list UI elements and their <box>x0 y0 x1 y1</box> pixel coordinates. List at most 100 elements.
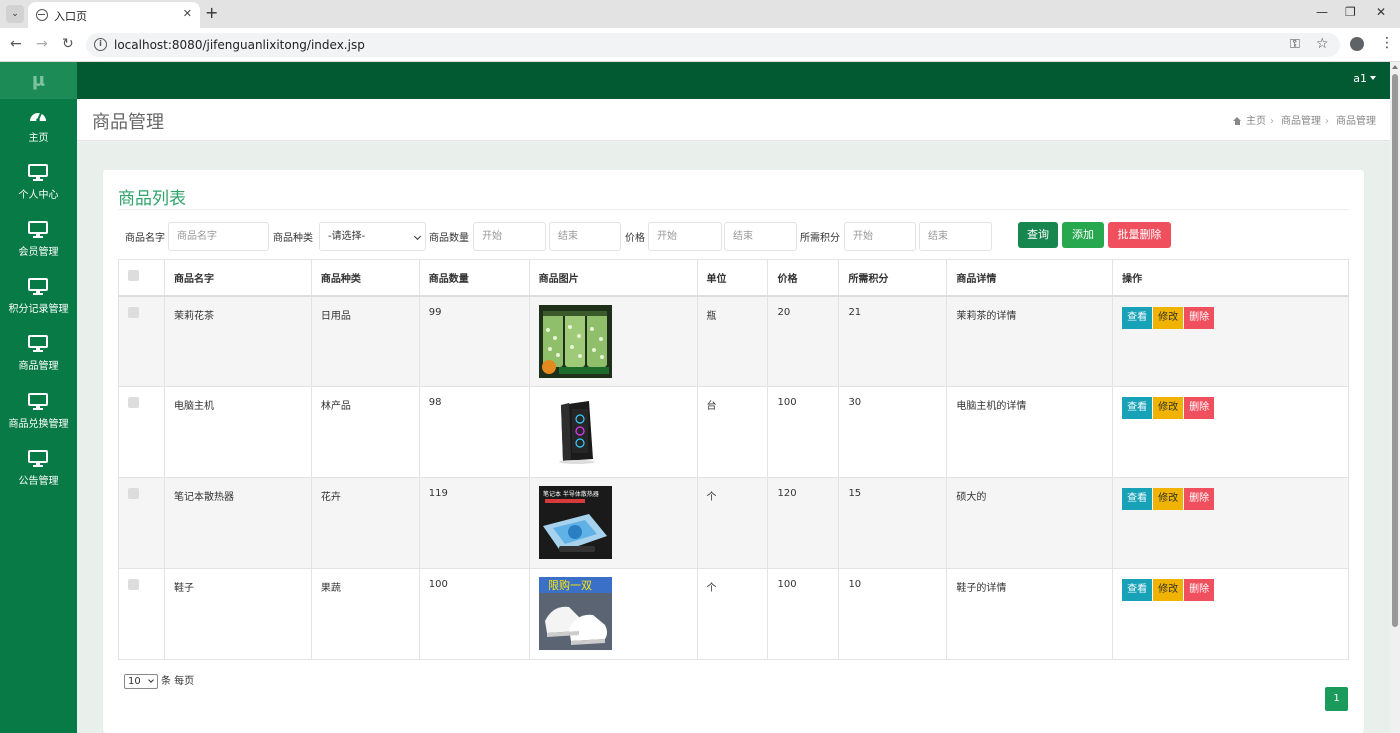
minimize-button[interactable]: — <box>1316 5 1328 19</box>
price-start-input[interactable] <box>648 222 722 251</box>
globe-icon <box>36 9 48 21</box>
delete-button[interactable]: 删除 <box>1184 306 1215 329</box>
price-end-input[interactable] <box>724 222 797 251</box>
name-search-input[interactable] <box>168 222 269 251</box>
cell-actions: 查看 修改 删除 <box>1112 477 1349 569</box>
restore-button[interactable]: ❐ <box>1345 5 1356 19</box>
page-number-button[interactable]: 1 <box>1325 687 1348 711</box>
scroll-up-arrow-icon[interactable] <box>1392 65 1398 69</box>
type-selected-value: -请选择- <box>328 231 366 242</box>
address-bar: ← → ↻ i localhost:8080/jifenguanlixitong… <box>0 28 1400 62</box>
browser-tab[interactable]: 入口页 ✕ <box>28 2 200 28</box>
page-title: 商品管理 <box>92 112 164 133</box>
bookmark-star-icon[interactable]: ☆ <box>1316 36 1329 52</box>
image-caption: 限购一双 <box>548 578 592 592</box>
sidebar-item-label: 会员管理 <box>18 247 59 258</box>
tab-close-icon[interactable]: ✕ <box>183 7 192 20</box>
product-image-tea <box>538 304 612 378</box>
site-info-icon[interactable]: i <box>94 38 107 51</box>
column-header[interactable]: 所需积分 <box>838 259 948 297</box>
query-button[interactable]: 查询 <box>1018 222 1058 248</box>
cell-points: 21 <box>838 295 948 387</box>
breadcrumb-section[interactable]: 商品管理 <box>1281 116 1321 127</box>
type-select[interactable]: -请选择- <box>319 222 426 251</box>
monitor-icon <box>28 335 48 352</box>
view-button[interactable]: 查看 <box>1122 306 1153 329</box>
forward-icon[interactable]: → <box>36 36 48 52</box>
cell-points: 30 <box>838 386 948 478</box>
page-size-value: 10 <box>128 676 141 687</box>
column-header[interactable]: 价格 <box>767 259 840 297</box>
tab-search-button[interactable]: ⌄ <box>6 5 24 23</box>
sidebar-item-members[interactable]: 会员管理 <box>0 221 77 278</box>
image-caption: 笔记本 半导体散热器 <box>543 490 599 498</box>
view-button[interactable]: 查看 <box>1122 397 1153 419</box>
page-header: 商品管理 主页 › 商品管理 › 商品管理 <box>77 99 1390 141</box>
column-header[interactable]: 商品详情 <box>946 259 1114 297</box>
cell-name: 茉莉花茶 <box>163 295 312 387</box>
home-icon <box>1233 117 1242 125</box>
url-field[interactable]: i localhost:8080/jifenguanlixitong/index… <box>86 33 1340 57</box>
page-scrollbar[interactable] <box>1390 62 1400 733</box>
row-checkbox[interactable] <box>128 397 139 408</box>
product-image-pc-case <box>538 395 612 468</box>
user-dropdown[interactable]: a1 <box>1353 72 1376 85</box>
sidebar-item-points-records[interactable]: 积分记录管理 <box>0 278 77 335</box>
quantity-label: 商品数量 <box>429 233 469 244</box>
view-button[interactable]: 查看 <box>1122 579 1153 601</box>
caret-down-icon <box>1370 76 1376 80</box>
breadcrumb-home[interactable]: 主页 <box>1246 116 1266 127</box>
profile-icon[interactable] <box>1350 37 1364 51</box>
table-row: 电脑主机 林产品 98 台 100 30 电脑主机的详情 查看 修改 删除 <box>118 386 1349 478</box>
column-header[interactable]: 单位 <box>696 259 769 297</box>
edit-button[interactable]: 修改 <box>1153 488 1184 510</box>
row-select-cell <box>118 477 165 569</box>
cell-type: 日用品 <box>310 295 420 387</box>
delete-button[interactable]: 删除 <box>1184 579 1215 601</box>
select-all-cell <box>118 259 165 297</box>
url-text[interactable]: localhost:8080/jifenguanlixitong/index.j… <box>114 38 365 52</box>
delete-button[interactable]: 删除 <box>1184 397 1215 419</box>
table-row: 笔记本散热器 花卉 119 笔记本 半导体散热器 个 120 15 硕大的 查看… <box>118 477 1349 569</box>
row-checkbox[interactable] <box>128 579 139 590</box>
points-end-input[interactable] <box>919 222 992 251</box>
batch-delete-button[interactable]: 批量删除 <box>1108 222 1171 248</box>
browser-menu-icon[interactable]: ⋮ <box>1380 35 1394 51</box>
reload-icon[interactable]: ↻ <box>62 36 74 52</box>
edit-button[interactable]: 修改 <box>1153 579 1184 601</box>
sidebar-item-exchanges[interactable]: 商品兑换管理 <box>0 393 77 450</box>
cell-detail: 硕大的 <box>946 477 1114 569</box>
new-tab-button[interactable]: + <box>205 3 218 22</box>
row-checkbox[interactable] <box>128 306 139 318</box>
back-icon[interactable]: ← <box>10 36 22 52</box>
page-size-select[interactable]: 10 <box>124 674 158 689</box>
sidebar-item-profile[interactable]: 个人中心 <box>0 164 77 221</box>
edit-button[interactable]: 修改 <box>1153 397 1184 419</box>
points-start-input[interactable] <box>844 222 916 251</box>
table-header-row: 商品名字 商品种类 商品数量 商品图片 单位 价格 所需积分 商品详情 操作 <box>118 259 1349 297</box>
row-checkbox[interactable] <box>128 488 139 499</box>
column-header[interactable]: 商品名字 <box>163 259 312 297</box>
sidebar-item-products[interactable]: 商品管理 <box>0 335 77 392</box>
quantity-end-input[interactable] <box>549 222 621 251</box>
column-header[interactable]: 商品数量 <box>418 259 530 297</box>
edit-button[interactable]: 修改 <box>1153 306 1184 329</box>
sidebar-item-label: 商品兑换管理 <box>8 419 69 430</box>
browser-tab-strip: ⌄ 入口页 ✕ + — ❐ ✕ <box>0 0 1400 28</box>
select-all-checkbox[interactable] <box>128 270 139 282</box>
delete-button[interactable]: 删除 <box>1184 488 1215 510</box>
close-window-button[interactable]: ✕ <box>1376 5 1386 19</box>
column-header: 操作 <box>1112 259 1349 297</box>
key-icon[interactable]: ⚿ <box>1290 37 1300 52</box>
scroll-thumb[interactable] <box>1392 74 1398 627</box>
name-label: 商品名字 <box>125 233 165 244</box>
column-header[interactable]: 商品种类 <box>310 259 420 297</box>
row-select-cell <box>118 295 165 387</box>
cell-image <box>528 295 698 387</box>
sidebar-item-home[interactable]: 主页 <box>0 107 77 164</box>
sidebar-item-announcements[interactable]: 公告管理 <box>0 450 77 507</box>
quantity-start-input[interactable] <box>473 222 546 251</box>
cell-type: 林产品 <box>310 386 420 478</box>
view-button[interactable]: 查看 <box>1122 488 1153 510</box>
add-button[interactable]: 添加 <box>1062 222 1104 248</box>
